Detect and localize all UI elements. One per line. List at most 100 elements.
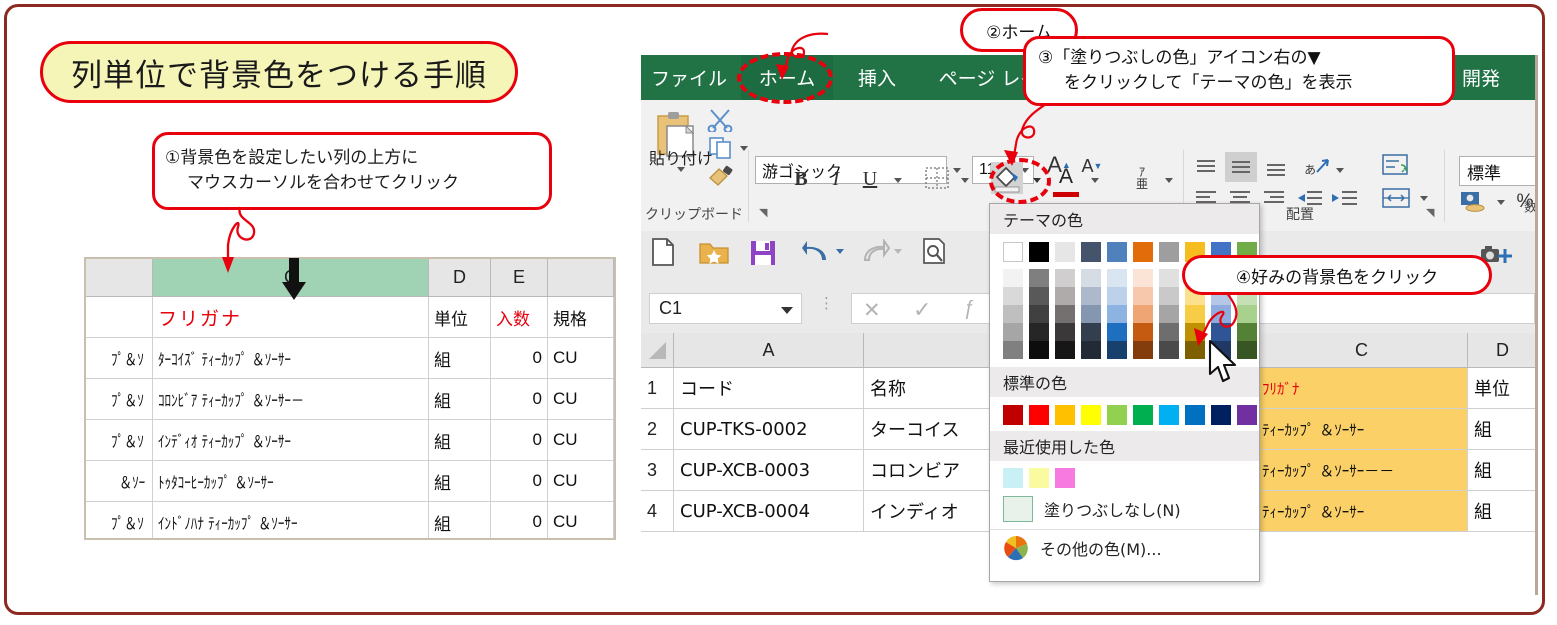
left-r3-f[interactable]: CU: [548, 420, 614, 461]
theme-tint-1-2[interactable]: [1029, 305, 1049, 323]
undo-icon[interactable]: [801, 239, 831, 265]
left-colhdr-f[interactable]: [548, 259, 614, 297]
theme-swatch-5[interactable]: [1133, 242, 1153, 262]
left-r1-e[interactable]: 0: [491, 338, 548, 379]
theme-tint-6-4[interactable]: [1159, 341, 1179, 359]
confirm-entry-icon[interactable]: ✓: [913, 297, 931, 323]
standard-swatch-1[interactable]: [1029, 405, 1049, 425]
theme-tint-2-3[interactable]: [1055, 323, 1075, 341]
theme-tint-4-1[interactable]: [1107, 287, 1127, 305]
theme-tint-8-3[interactable]: [1211, 323, 1231, 341]
theme-tint-2-1[interactable]: [1055, 287, 1075, 305]
theme-tint-3-4[interactable]: [1081, 341, 1101, 359]
theme-swatch-1[interactable]: [1029, 242, 1049, 262]
new-document-icon[interactable]: [649, 237, 677, 267]
theme-tint-5-4[interactable]: [1133, 341, 1153, 359]
bold-button[interactable]: B: [791, 166, 811, 192]
insert-function-icon[interactable]: ƒ: [963, 297, 974, 320]
clipboard-dialog-launcher-icon[interactable]: ◥: [759, 206, 767, 219]
grid-rowhdr-4[interactable]: 4: [641, 491, 674, 532]
standard-swatch-9[interactable]: [1237, 405, 1257, 425]
left-r2-f[interactable]: CU: [548, 379, 614, 420]
align-middle-icon[interactable]: [1225, 152, 1257, 182]
theme-tint-7-4[interactable]: [1185, 341, 1205, 359]
theme-tint-0-1[interactable]: [1003, 287, 1023, 305]
name-box[interactable]: C1: [649, 293, 802, 324]
cell-d1[interactable]: 単位: [1468, 368, 1535, 409]
cell-c3[interactable]: ﾃｨｰｶｯﾌﾟ ＆ｿｰｻｰ－－: [1256, 450, 1468, 491]
left-r5-f[interactable]: CU: [548, 502, 614, 538]
theme-tint-7-3[interactable]: [1185, 323, 1205, 341]
left-cell-blank[interactable]: [86, 297, 153, 338]
phonetic-guide-icon[interactable]: ｱ亜: [1128, 162, 1156, 194]
align-right-icon[interactable]: [1261, 188, 1287, 208]
left-r1-f[interactable]: CU: [548, 338, 614, 379]
font-color-icon[interactable]: A: [1053, 162, 1079, 197]
alignment-dialog-launcher-icon[interactable]: ◥: [1426, 206, 1434, 219]
theme-tint-6-0[interactable]: [1159, 269, 1179, 287]
wrap-text-icon[interactable]: [1381, 152, 1409, 178]
redo-icon[interactable]: [860, 239, 890, 265]
phonetic-chevron-down-icon[interactable]: [1165, 178, 1173, 183]
theme-tint-2-0[interactable]: [1055, 269, 1075, 287]
tab-insert[interactable]: 挿入: [839, 55, 915, 100]
left-r4-e[interactable]: 0: [491, 461, 548, 502]
borders-chevron-down-icon[interactable]: [961, 178, 969, 183]
tab-file[interactable]: ファイル: [641, 55, 737, 100]
theme-tint-3-2[interactable]: [1081, 305, 1101, 323]
grid-colhdr-d[interactable]: D: [1468, 333, 1535, 368]
font-name-input[interactable]: 游ゴシック: [755, 156, 947, 184]
no-fill-option[interactable]: 塗りつぶしなし(N): [990, 493, 1259, 525]
underline-button[interactable]: U: [859, 166, 881, 192]
theme-tint-1-1[interactable]: [1029, 287, 1049, 305]
left-colhdr-d[interactable]: D: [429, 259, 491, 297]
left-r5-d[interactable]: 組: [429, 502, 491, 538]
cell-a3[interactable]: CUP-XCB-0003: [674, 450, 864, 491]
theme-tint-4-3[interactable]: [1107, 323, 1127, 341]
theme-swatch-4[interactable]: [1107, 242, 1127, 262]
align-top-icon[interactable]: [1193, 156, 1219, 178]
left-r2-e[interactable]: 0: [491, 379, 548, 420]
left-colhdr-e[interactable]: E: [491, 259, 548, 297]
theme-swatch-0[interactable]: [1003, 242, 1023, 262]
cell-a2[interactable]: CUP-TKS-0002: [674, 409, 864, 450]
theme-tint-3-0[interactable]: [1081, 269, 1101, 287]
theme-tint-1-3[interactable]: [1029, 323, 1049, 341]
cell-a4[interactable]: CUP-XCB-0004: [674, 491, 864, 532]
merge-cells-icon[interactable]: [1381, 186, 1411, 210]
theme-tint-9-2[interactable]: [1237, 305, 1257, 323]
copy-icon[interactable]: [709, 137, 733, 159]
left-r1-d[interactable]: 組: [429, 338, 491, 379]
theme-tint-3-1[interactable]: [1081, 287, 1101, 305]
cell-c2[interactable]: ﾃｨｰｶｯﾌﾟ ＆ｿｰｻｰ: [1256, 409, 1468, 450]
left-r2-d[interactable]: 組: [429, 379, 491, 420]
theme-tint-5-0[interactable]: [1133, 269, 1153, 287]
left-r4-d[interactable]: 組: [429, 461, 491, 502]
print-preview-icon[interactable]: [921, 237, 949, 267]
decrease-font-size-icon[interactable]: A ▼: [1081, 154, 1103, 178]
theme-tint-0-4[interactable]: [1003, 341, 1023, 359]
paste-label[interactable]: 貼り付け: [649, 145, 713, 169]
left-cell-unit-hdr[interactable]: 単位: [429, 297, 491, 338]
standard-swatch-5[interactable]: [1133, 405, 1153, 425]
increase-indent-icon[interactable]: [1331, 188, 1359, 208]
merge-chevron-down-icon[interactable]: [1420, 196, 1428, 201]
recent-swatch-1[interactable]: [1029, 468, 1049, 488]
recent-swatch-0[interactable]: [1003, 468, 1023, 488]
grid-rowhdr-1[interactable]: 1: [641, 368, 674, 409]
theme-tint-4-2[interactable]: [1107, 305, 1127, 323]
cell-d4[interactable]: 組: [1468, 491, 1535, 532]
theme-swatch-6[interactable]: [1159, 242, 1179, 262]
standard-swatch-6[interactable]: [1159, 405, 1179, 425]
theme-tint-8-2[interactable]: [1211, 305, 1231, 323]
more-colors-option[interactable]: その他の色(M)...: [990, 529, 1259, 564]
theme-tint-5-3[interactable]: [1133, 323, 1153, 341]
font-name-chevron-down-icon[interactable]: [953, 168, 961, 173]
theme-tint-3-3[interactable]: [1081, 323, 1101, 341]
copy-chevron-down-icon[interactable]: [740, 146, 748, 151]
theme-tint-1-0[interactable]: [1029, 269, 1049, 287]
recent-swatch-2[interactable]: [1055, 468, 1075, 488]
theme-tint-0-2[interactable]: [1003, 305, 1023, 323]
left-r3-d[interactable]: 組: [429, 420, 491, 461]
formula-bar-handle[interactable]: ⋮: [819, 296, 834, 310]
